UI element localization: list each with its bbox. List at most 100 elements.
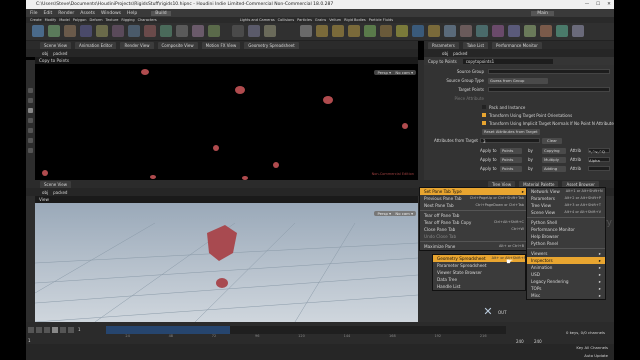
grid-tool-icon[interactable] bbox=[96, 25, 108, 37]
scale-tool-icon[interactable] bbox=[28, 128, 33, 133]
path-obj[interactable]: obj bbox=[42, 190, 48, 195]
current-frame-field[interactable]: 1 bbox=[78, 327, 81, 332]
clear-button[interactable]: Clear bbox=[542, 138, 562, 144]
menu-item-network-view[interactable]: Network View Alt+1 or Alt+Shift+N bbox=[527, 188, 605, 195]
sky-light-tool-icon[interactable] bbox=[428, 25, 440, 37]
tab-animation-editor[interactable]: Animation Editor bbox=[74, 41, 117, 49]
shelf-tab[interactable]: Modify bbox=[45, 17, 57, 23]
menu-item-inspectors[interactable]: Inspectors ▸ bbox=[527, 257, 605, 264]
source-group-field[interactable] bbox=[488, 69, 610, 74]
reset-attributes-button[interactable]: Reset Attributes from Target bbox=[482, 129, 540, 135]
build-desktop-selector[interactable]: Build bbox=[151, 10, 171, 16]
menu-assets[interactable]: Assets bbox=[80, 11, 95, 16]
operation-menu[interactable]: Copying bbox=[542, 148, 566, 154]
minimize-button[interactable]: — bbox=[582, 0, 592, 9]
gi-light-tool-icon[interactable] bbox=[444, 25, 456, 37]
pack-and-instance-toggle[interactable]: Pack and Instance bbox=[482, 105, 525, 111]
shelf-tab[interactable]: Texture bbox=[106, 17, 119, 23]
view-tool-icon[interactable] bbox=[28, 108, 33, 113]
pose-tool-icon[interactable] bbox=[28, 148, 33, 153]
menu-render[interactable]: Render bbox=[58, 11, 74, 16]
shelf-tab[interactable]: Vellum bbox=[329, 17, 341, 23]
attrib-field[interactable] bbox=[588, 166, 610, 171]
volume-light-tool-icon[interactable] bbox=[380, 25, 392, 37]
shelf-tab[interactable]: Particle Fluids bbox=[369, 17, 393, 23]
attributes-count-field[interactable]: 3 bbox=[480, 138, 540, 144]
shelf-tab[interactable]: Polygon bbox=[73, 17, 87, 23]
out-node-icon[interactable]: ✕ bbox=[482, 306, 494, 318]
apply-to-menu[interactable]: Points bbox=[500, 148, 522, 154]
menu-item-next-pane-tab[interactable]: Next Pane Tab Ctrl+PageDown or Ctrl+Tab bbox=[420, 202, 528, 209]
shelf-tab[interactable]: Model bbox=[59, 17, 70, 23]
menu-edit[interactable]: Edit bbox=[44, 11, 53, 16]
menu-item-close-pane-tab[interactable]: Close Pane Tab Ctrl+W bbox=[420, 226, 528, 233]
main-desktop-selector[interactable]: Main bbox=[531, 10, 554, 16]
circle-tool-icon[interactable] bbox=[144, 25, 156, 37]
metaball-tool-icon[interactable] bbox=[264, 25, 276, 37]
target-points-field[interactable] bbox=[488, 87, 610, 92]
menu-item-misc[interactable]: Misc ▸ bbox=[527, 292, 605, 299]
transform-implicit-normals-toggle[interactable]: Transform Using Implicit Target Normals … bbox=[482, 121, 614, 127]
caustic-light-tool-icon[interactable] bbox=[460, 25, 472, 37]
start-frame-field[interactable]: 1 bbox=[28, 338, 31, 343]
menu-item-scene-view[interactable]: Scene View Alt+4 or Alt+Shift+V bbox=[527, 209, 605, 216]
menu-item-handle-list[interactable]: Handle List bbox=[433, 283, 525, 290]
jump-end-icon[interactable] bbox=[68, 327, 74, 333]
attrib-field[interactable]: *,^v,^Q bbox=[588, 148, 610, 154]
transform-orientations-toggle[interactable]: Transform Using Target Point Orientation… bbox=[482, 113, 572, 119]
portal-light-tool-icon[interactable] bbox=[476, 25, 488, 37]
play-reverse-icon[interactable] bbox=[44, 327, 50, 333]
play-icon[interactable] bbox=[52, 327, 58, 333]
ambient-light-tool-icon[interactable] bbox=[492, 25, 504, 37]
menu-item-tops[interactable]: TOPs ▸ bbox=[527, 285, 605, 292]
handle-tool-icon[interactable] bbox=[28, 138, 33, 143]
path-obj[interactable]: obj bbox=[442, 51, 448, 56]
tab-parameters[interactable]: Parameters bbox=[428, 41, 459, 49]
tab-scene-view[interactable]: Scene View bbox=[40, 180, 71, 188]
path-packed[interactable]: packed bbox=[453, 51, 467, 56]
jump-start-icon[interactable] bbox=[28, 327, 34, 333]
box-tool-icon[interactable] bbox=[32, 25, 44, 37]
path-packed[interactable]: packed bbox=[53, 51, 67, 56]
menu-windows[interactable]: Windows bbox=[101, 11, 121, 16]
menu-item-help-browser[interactable]: Help Browser bbox=[527, 233, 605, 240]
curve-tool-icon[interactable] bbox=[160, 25, 172, 37]
switcher-tool-icon[interactable] bbox=[540, 25, 552, 37]
menu-item-tear-off-pane-tab-copy[interactable]: Tear off Pane Tab Copy Ctrl+Alt+Shift+C bbox=[420, 219, 528, 226]
geometry-viewport[interactable]: Persp ▾ No cam ▾ Non-Commercial Edition bbox=[35, 64, 418, 180]
menu-item-usd[interactable]: USD ▸ bbox=[527, 271, 605, 278]
menu-item-python-shell[interactable]: Python Shell bbox=[527, 219, 605, 226]
path-tool-icon[interactable] bbox=[176, 25, 188, 37]
tab-take-list[interactable]: Take List bbox=[462, 41, 489, 49]
menu-item-tree-view[interactable]: Tree View Alt+3 or Alt+Shift+T bbox=[527, 202, 605, 209]
line-tool-icon[interactable] bbox=[128, 25, 140, 37]
font-tool-icon[interactable] bbox=[208, 25, 220, 37]
select-tool-icon[interactable] bbox=[28, 88, 33, 93]
rotate-tool-icon[interactable] bbox=[28, 118, 33, 123]
step-back-icon[interactable] bbox=[36, 327, 42, 333]
tab-geometry-spreadsheet[interactable]: Geometry Spreadsheet bbox=[244, 41, 299, 49]
maximize-button[interactable]: ☐ bbox=[593, 0, 603, 9]
environment-light-tool-icon[interactable] bbox=[412, 25, 424, 37]
spray-paint-tool-icon[interactable] bbox=[192, 25, 204, 37]
source-group-type-menu[interactable]: Guess from Group bbox=[488, 78, 548, 84]
menu-item-set-pane-tab-type[interactable]: Set Pane Tab Type ▸ bbox=[420, 188, 528, 195]
apply-to-menu[interactable]: Points bbox=[500, 166, 522, 172]
menu-item-undo-close-tab[interactable]: Undo Close Tab bbox=[420, 233, 528, 240]
shelf-tab[interactable]: Characters bbox=[138, 17, 157, 23]
distant-light-tool-icon[interactable] bbox=[396, 25, 408, 37]
tab-scene-view[interactable]: Scene View bbox=[40, 41, 71, 49]
apply-to-menu[interactable]: Points bbox=[500, 157, 522, 163]
menu-item-tear-off-pane-tab[interactable]: Tear off Pane Tab bbox=[420, 212, 528, 219]
shelf-tab[interactable]: Grains bbox=[315, 17, 326, 23]
operation-menu[interactable]: Adding bbox=[542, 166, 566, 172]
menu-file[interactable]: File bbox=[30, 11, 38, 16]
l-system-tool-icon[interactable] bbox=[248, 25, 260, 37]
operation-menu[interactable]: Multiply bbox=[542, 157, 566, 163]
stereo-camera-tool-icon[interactable] bbox=[508, 25, 520, 37]
platonic-tool-icon[interactable] bbox=[232, 25, 244, 37]
close-button[interactable]: ✕ bbox=[604, 0, 614, 9]
node-name-field[interactable]: copytopoints1 bbox=[462, 58, 553, 64]
menu-item-previous-pane-tab[interactable]: Previous Pane Tab Ctrl+PageUp or Ctrl+Shi… bbox=[420, 195, 528, 202]
path-obj[interactable]: obj bbox=[42, 51, 48, 56]
